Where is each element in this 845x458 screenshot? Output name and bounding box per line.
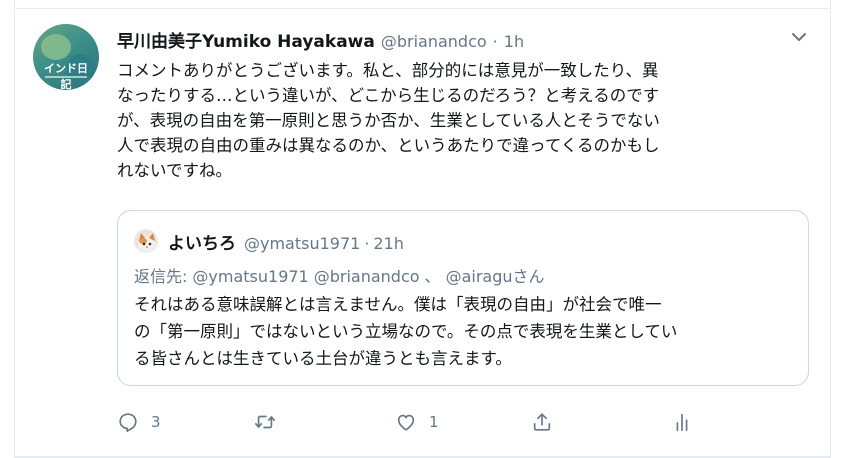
quoted-header-separator: · — [364, 234, 370, 253]
tweet-text: コメントありがとうございます。私と、部分的には意見が一致したり、異 なったりする… — [117, 58, 807, 183]
retweet-icon — [255, 415, 275, 429]
timeline-border-left — [14, 0, 15, 458]
tweet-top-divider — [14, 8, 831, 9]
tweet-actions: 3 1 — [117, 408, 797, 438]
tweet-header: 早川由美子Yumiko Hayakawa @brianandco · 1h — [117, 27, 524, 52]
quoted-tweet-header: よいちろ @ymatsu1971 · 21h — [168, 229, 404, 254]
reply-count: 3 — [151, 413, 161, 431]
tweet-timestamp[interactable]: 1h — [504, 32, 524, 51]
reply-suffix: さん — [512, 267, 545, 286]
avatar-logo-text: インド日記 — [44, 62, 88, 90]
quoted-author-name: よいちろ — [168, 234, 236, 254]
reply-icon — [119, 413, 137, 432]
retweet-button[interactable] — [254, 408, 288, 436]
quoted-author-avatar — [134, 229, 158, 253]
quoted-tweet-card[interactable]: よいちろ @ymatsu1971 · 21h 返信先: @ymatsu1971 @bria… — [117, 210, 809, 386]
tweet-text-line: れないですね。 — [117, 161, 233, 180]
reply-to-line: 返信先: @ymatsu1971 @brianandco、 @airaguさん — [134, 263, 550, 287]
reply-handle: @airagu — [445, 267, 513, 286]
like-count: 1 — [429, 413, 439, 431]
reply-handle: @brianandco — [313, 267, 420, 286]
share-button[interactable] — [531, 408, 553, 436]
analytics-icon — [676, 413, 688, 432]
tweet-text-line: コメントありがとうございます。私と、部分的には意見が一致したり、異 — [117, 61, 659, 80]
reply-handle: @ymatsu1971 — [192, 267, 309, 286]
like-button[interactable]: 1 — [395, 408, 439, 436]
header-separator: · — [492, 32, 498, 51]
author-handle[interactable]: @brianandco — [381, 32, 487, 51]
reply-button[interactable]: 3 — [117, 408, 161, 436]
timeline-border-right — [830, 0, 831, 458]
quoted-text-line: る皆さんとは生きている土台が違うとも言えます。 — [134, 349, 512, 368]
cat-avatar-icon — [135, 230, 157, 252]
quoted-tweet-text: それはある意味誤解とは言えません。僕は「表現の自由」が社会で唯一 の「第一原則」… — [134, 291, 794, 372]
reply-prefix: 返信先: — [134, 267, 188, 286]
chevron-down-icon[interactable] — [789, 30, 809, 44]
quoted-text-line: の「第一原則」ではないという立場なので。その点で表現を生業としてい — [134, 322, 678, 341]
reply-separator: 、 — [424, 267, 441, 286]
tweet-text-line: が、表現の自由を第一原則と思うか否か、生業としている人とそうでない — [117, 111, 660, 130]
like-icon — [397, 414, 415, 431]
share-icon — [533, 413, 551, 431]
tweet-text-line: なったりする…という違いが、どこから生じるのだろう？と考えるのです — [117, 86, 660, 105]
quoted-timestamp: 21h — [373, 234, 404, 253]
tweet-text-line: 人で表現の自由の重みは異なるのか、というあたりで違ってくるのかもし — [117, 136, 660, 155]
author-name[interactable]: 早川由美子Yumiko Hayakawa — [117, 32, 375, 52]
quoted-text-line: それはある意味誤解とは言えません。僕は「表現の自由」が社会で唯一 — [134, 295, 662, 314]
analytics-button[interactable] — [671, 408, 693, 436]
author-avatar[interactable]: インド日記 — [33, 24, 99, 90]
quoted-author-handle: @ymatsu1971 — [244, 234, 361, 253]
